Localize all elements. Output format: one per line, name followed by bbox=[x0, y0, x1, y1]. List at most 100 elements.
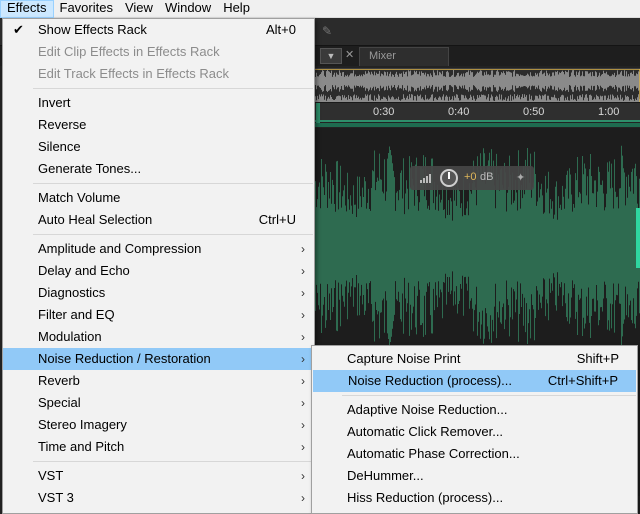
noise-reduction-submenu: Capture Noise Print Shift+P Noise Reduct… bbox=[311, 345, 638, 514]
pencil-icon[interactable]: ✎ bbox=[322, 24, 336, 38]
menu-item-label: DeHummer... bbox=[347, 468, 424, 483]
menu-item-amplitude-compression[interactable]: Amplitude and Compression › bbox=[3, 238, 314, 260]
scroll-indicator[interactable] bbox=[636, 208, 640, 268]
ruler-tick: 0:40 bbox=[448, 106, 470, 118]
menu-item-label: Match Volume bbox=[38, 190, 121, 205]
menu-item-vst3[interactable]: VST 3 › bbox=[3, 487, 314, 509]
menu-item-auto-heal[interactable]: Auto Heal Selection Ctrl+U bbox=[3, 209, 314, 231]
menu-item-label: Modulation bbox=[38, 329, 102, 344]
chevron-right-icon: › bbox=[301, 308, 305, 322]
menu-item-label: Noise Reduction / Restoration bbox=[38, 351, 211, 366]
menu-separator bbox=[33, 234, 313, 235]
menu-item-shortcut: Alt+0 bbox=[266, 22, 296, 37]
menu-item-adaptive-noise-reduction[interactable]: Adaptive Noise Reduction... bbox=[312, 399, 637, 421]
menu-item-label: Show Effects Rack bbox=[38, 22, 147, 37]
menu-separator bbox=[33, 461, 313, 462]
menu-item-label: Time and Pitch bbox=[38, 439, 125, 454]
volume-value[interactable]: +0 bbox=[464, 171, 477, 183]
menu-item-special[interactable]: Special › bbox=[3, 392, 314, 414]
menu-item-noise-reduction-process[interactable]: Noise Reduction (process)... Ctrl+Shift+… bbox=[313, 370, 636, 392]
menu-help[interactable]: Help bbox=[217, 0, 256, 18]
chevron-right-icon: › bbox=[301, 396, 305, 410]
menu-item-label: Delay and Echo bbox=[38, 263, 130, 278]
level-meter-icon bbox=[420, 174, 431, 183]
checkmark-icon: ✔ bbox=[13, 22, 24, 37]
chevron-right-icon: › bbox=[301, 469, 305, 483]
menu-item-label: Reverb bbox=[38, 373, 80, 388]
menu-separator bbox=[33, 88, 313, 89]
menu-item-label: Reverse bbox=[38, 117, 87, 132]
menu-item-label: Automatic Click Remover... bbox=[347, 424, 504, 439]
chevron-right-icon: › bbox=[301, 440, 305, 454]
menu-item-invert[interactable]: Invert bbox=[3, 92, 314, 114]
menu-item-label: VST 3 bbox=[38, 490, 74, 505]
menu-item-label: Invert bbox=[38, 95, 71, 110]
menu-item-time-pitch[interactable]: Time and Pitch › bbox=[3, 436, 314, 458]
menu-item-label: Silence bbox=[38, 139, 81, 154]
menu-separator bbox=[33, 183, 313, 184]
menu-item-diagnostics[interactable]: Diagnostics › bbox=[3, 282, 314, 304]
timeline-divider bbox=[314, 123, 640, 127]
menu-item-vst[interactable]: VST › bbox=[3, 465, 314, 487]
tab-dropdown-button[interactable]: ▼ bbox=[320, 48, 342, 64]
volume-unit: dB bbox=[480, 171, 494, 183]
menu-item-dehummer[interactable]: DeHummer... bbox=[312, 465, 637, 487]
chevron-right-icon: › bbox=[301, 242, 305, 256]
menu-item-stereo-imagery[interactable]: Stereo Imagery › bbox=[3, 414, 314, 436]
menu-item-label: Edit Clip Effects in Effects Rack bbox=[38, 44, 220, 59]
volume-knob-icon[interactable] bbox=[440, 169, 458, 187]
menu-item-modulation[interactable]: Modulation › bbox=[3, 326, 314, 348]
menu-item-label: Stereo Imagery bbox=[38, 417, 127, 432]
menu-item-delay-echo[interactable]: Delay and Echo › bbox=[3, 260, 314, 282]
menu-view[interactable]: View bbox=[119, 0, 159, 18]
menu-item-edit-clip-effects[interactable]: Edit Clip Effects in Effects Rack bbox=[3, 41, 314, 63]
menu-item-label: Noise Reduction (process)... bbox=[348, 373, 513, 388]
chevron-right-icon: › bbox=[301, 352, 305, 366]
chevron-right-icon: › bbox=[301, 330, 305, 344]
pin-icon[interactable]: ✦ bbox=[516, 171, 525, 184]
menu-item-show-effects-rack[interactable]: ✔ Show Effects Rack Alt+0 bbox=[3, 19, 314, 41]
volume-hud[interactable]: +0 dB ✦ bbox=[410, 166, 534, 190]
chevron-right-icon: › bbox=[301, 418, 305, 432]
ruler-tick: 0:50 bbox=[523, 106, 545, 118]
menu-item-label: Diagnostics bbox=[38, 285, 106, 300]
menu-item-generate-tones[interactable]: Generate Tones... bbox=[3, 158, 314, 180]
menu-favorites[interactable]: Favorites bbox=[54, 0, 119, 18]
menu-item-label: Auto Heal Selection bbox=[38, 212, 153, 227]
menu-item-label: Automatic Phase Correction... bbox=[347, 446, 520, 461]
chevron-right-icon: › bbox=[301, 374, 305, 388]
menu-item-reverse[interactable]: Reverse bbox=[3, 114, 314, 136]
menu-item-label: Amplitude and Compression bbox=[38, 241, 202, 256]
menu-item-shortcut: Shift+P bbox=[576, 351, 619, 366]
menu-bar: Effects Favorites View Window Help bbox=[0, 0, 640, 18]
playhead[interactable] bbox=[316, 103, 320, 123]
menu-item-noise-reduction[interactable]: Noise Reduction / Restoration › bbox=[3, 348, 314, 370]
menu-effects[interactable]: Effects bbox=[0, 0, 54, 18]
menu-item-match-volume[interactable]: Match Volume bbox=[3, 187, 314, 209]
menu-item-capture-noise-print[interactable]: Capture Noise Print Shift+P bbox=[312, 348, 637, 370]
menu-item-automatic-click-remover[interactable]: Automatic Click Remover... bbox=[312, 421, 637, 443]
menu-item-label: VST bbox=[38, 468, 64, 483]
menu-item-label: Filter and EQ bbox=[38, 307, 115, 322]
menu-item-reverb[interactable]: Reverb › bbox=[3, 370, 314, 392]
chevron-right-icon: › bbox=[301, 491, 305, 505]
menu-item-label: Hiss Reduction (process)... bbox=[347, 490, 504, 505]
timeline-ruler[interactable]: 0:30 0:40 0:50 1:00 bbox=[314, 102, 640, 123]
menu-item-label: Special bbox=[38, 395, 81, 410]
menu-item-automatic-phase-correction[interactable]: Automatic Phase Correction... bbox=[312, 443, 637, 465]
menu-item-filter-eq[interactable]: Filter and EQ › bbox=[3, 304, 314, 326]
menu-item-label: Generate Tones... bbox=[38, 161, 142, 176]
menu-separator bbox=[342, 395, 636, 396]
tab-mixer[interactable]: Mixer bbox=[359, 47, 449, 66]
menu-item-shortcut: Ctrl+Shift+P bbox=[547, 373, 618, 388]
close-icon[interactable]: ✕ bbox=[345, 48, 354, 61]
menu-item-hiss-reduction[interactable]: Hiss Reduction (process)... bbox=[312, 487, 637, 509]
ruler-tick: 1:00 bbox=[598, 106, 620, 118]
menu-item-edit-track-effects[interactable]: Edit Track Effects in Effects Rack bbox=[3, 63, 314, 85]
ruler-tick: 0:30 bbox=[373, 106, 395, 118]
menu-item-label: Edit Track Effects in Effects Rack bbox=[38, 66, 229, 81]
menu-item-label: Adaptive Noise Reduction... bbox=[347, 402, 508, 417]
menu-item-shortcut: Ctrl+U bbox=[258, 212, 296, 227]
menu-item-silence[interactable]: Silence bbox=[3, 136, 314, 158]
menu-window[interactable]: Window bbox=[159, 0, 217, 18]
